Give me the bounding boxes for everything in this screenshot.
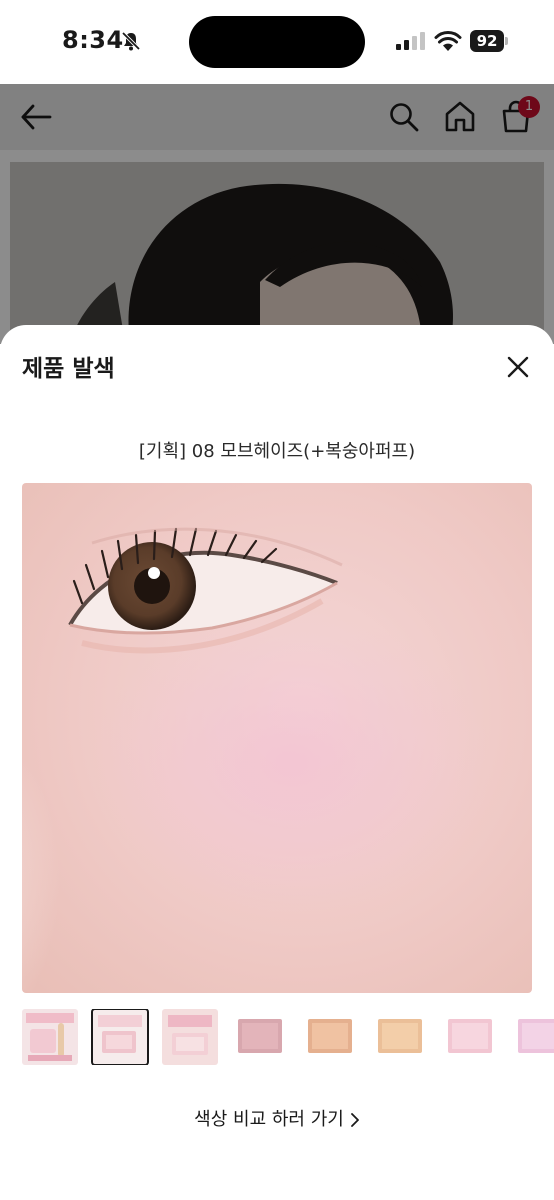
bell-slash-icon: [121, 31, 141, 51]
thumbnail-compact-peach[interactable]: [302, 1009, 358, 1065]
thumbnail-compact-beige[interactable]: [372, 1009, 428, 1065]
dynamic-island: [189, 16, 365, 68]
swatch-thumbnail-list: [22, 1009, 554, 1065]
thumbnail-compact-lavender[interactable]: [512, 1009, 554, 1065]
wifi-icon: [434, 31, 462, 51]
battery-level: 92: [470, 30, 504, 52]
color-swatch-sheet: 제품 발색 [기획] 08 모브헤이즈(+복숭아퍼프) 색상 비교 하러 가기: [0, 325, 554, 1200]
status-time: 8:34: [62, 26, 124, 54]
thumbnail-compact-light-pink[interactable]: [442, 1009, 498, 1065]
signal-icon: [396, 32, 425, 50]
thumbnail-set-with-brush[interactable]: [22, 1009, 78, 1065]
color-compare-link[interactable]: 색상 비교 하러 가기: [0, 1105, 554, 1131]
color-compare-label: 색상 비교 하러 가기: [194, 1109, 344, 1130]
thumbnail-set-package-selected[interactable]: [91, 1009, 149, 1065]
battery-cap: [505, 37, 508, 45]
dim-overlay[interactable]: [0, 84, 554, 344]
thumbnail-set-package[interactable]: [162, 1009, 218, 1065]
close-icon[interactable]: [504, 353, 532, 381]
product-option-name: [기획] 08 모브헤이즈(+복숭아퍼프): [138, 441, 416, 462]
status-bar: 8:34 92: [0, 0, 554, 84]
battery-icon: 92: [470, 30, 508, 52]
sheet-title: 제품 발색: [22, 356, 115, 382]
eye-swatch-illustration: [22, 483, 532, 993]
swatch-photo: [22, 483, 532, 993]
thumbnail-compact-mauve[interactable]: [232, 1009, 288, 1065]
chevron-right-icon: [350, 1113, 359, 1127]
